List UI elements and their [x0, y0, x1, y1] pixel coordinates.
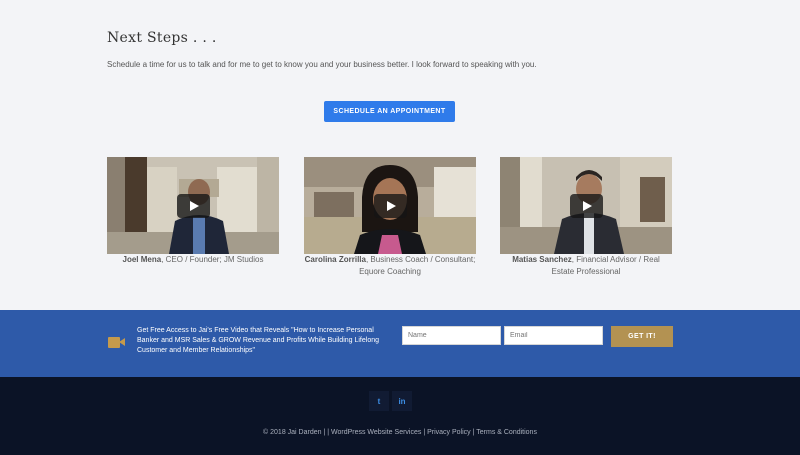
linkedin-icon[interactable]: in [392, 391, 412, 411]
play-icon[interactable] [374, 193, 407, 218]
schedule-appointment-button[interactable]: SCHEDULE AN APPOINTMENT [324, 101, 455, 122]
twitter-icon[interactable]: t [369, 391, 389, 411]
video-caption: Carolina Zorrilla, Business Coach / Cons… [304, 254, 476, 278]
testimonial-video-joel-mena[interactable] [107, 157, 279, 254]
video-caption: Matias Sanchez, Financial Advisor / Real… [500, 254, 672, 278]
optin-section: Get Free Access to Jai's Free Video that… [0, 310, 800, 377]
site-footer: t in © 2018 Jai Darden | | WordPress Web… [0, 377, 800, 455]
privacy-policy-link[interactable]: Privacy Policy [427, 429, 471, 436]
email-input[interactable] [504, 326, 603, 345]
testimonial-video-carolina-zorrilla[interactable] [304, 157, 476, 254]
name-input[interactable] [402, 326, 501, 345]
copyright-line: © 2018 Jai Darden | | WordPress Website … [0, 429, 800, 436]
next-steps-intro: Schedule a time for us to talk and for m… [107, 60, 537, 69]
wordpress-services-link[interactable]: WordPress Website Services [331, 429, 421, 436]
person-role: , Business Coach / Consultant; Equore Co… [359, 255, 476, 276]
get-it-button[interactable]: GET IT! [611, 326, 673, 347]
testimonial-video-matias-sanchez[interactable] [500, 157, 672, 254]
terms-conditions-link[interactable]: Terms & Conditions [476, 429, 537, 436]
video-caption: Joel Mena, CEO / Founder; JM Studios [107, 254, 279, 266]
person-name: Joel Mena [122, 255, 162, 264]
person-role: , CEO / Founder; JM Studios [161, 255, 264, 264]
person-name: Carolina Zorrilla [304, 255, 366, 264]
person-name: Matias Sanchez [512, 255, 572, 264]
play-icon[interactable] [570, 193, 603, 218]
video-camera-icon [108, 337, 125, 348]
optin-description: Get Free Access to Jai's Free Video that… [137, 327, 380, 354]
play-icon[interactable] [177, 193, 210, 218]
copyright-text: © 2018 Jai Darden | [263, 429, 326, 436]
next-steps-heading: Next Steps . . . [107, 30, 217, 46]
